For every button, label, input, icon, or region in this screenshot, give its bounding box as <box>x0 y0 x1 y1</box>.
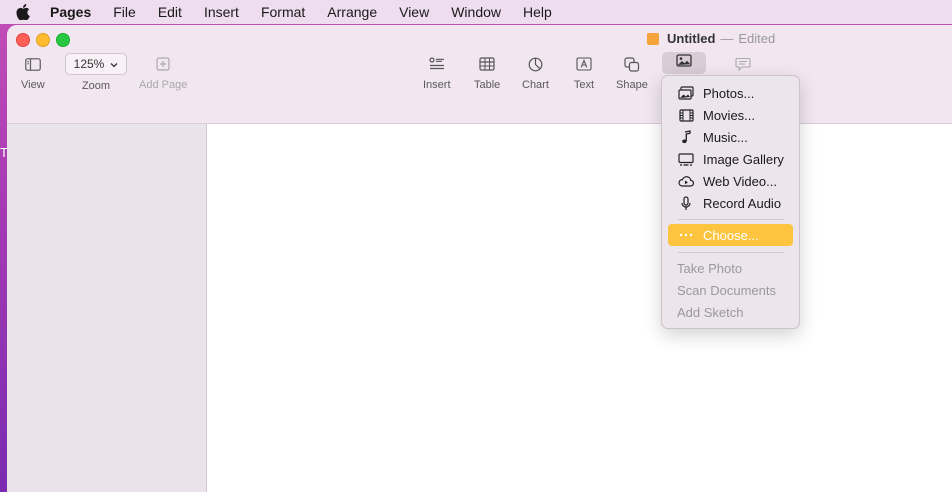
microphone-icon <box>678 195 694 211</box>
view-button[interactable]: View <box>21 55 45 91</box>
table-icon <box>476 55 498 73</box>
menu-format[interactable]: Format <box>261 0 305 24</box>
add-page-icon <box>152 55 174 73</box>
page-thumbnails-sidebar[interactable] <box>7 124 207 492</box>
insert-label: Insert <box>423 79 451 91</box>
zoom-window-button[interactable] <box>56 33 70 47</box>
menu-insert[interactable]: Insert <box>204 0 239 24</box>
apple-logo-icon[interactable] <box>15 4 31 20</box>
chart-button[interactable]: Chart <box>522 55 549 91</box>
text-button[interactable]: Text <box>573 55 595 91</box>
menu-item-label: Photos... <box>703 85 755 101</box>
menu-item-label: Choose... <box>703 227 759 243</box>
toolbar: Untitled — Edited View 125% Zoom Add Pag <box>7 25 952 124</box>
comment-icon <box>732 55 754 73</box>
film-icon <box>678 107 694 123</box>
menu-item-choose[interactable]: Choose... <box>668 224 793 246</box>
add-page-button[interactable]: Add Page <box>139 55 187 91</box>
menu-item-take-photo: Take Photo <box>668 257 793 279</box>
text-label: Text <box>573 79 595 91</box>
close-window-button[interactable] <box>16 33 30 47</box>
shape-button[interactable]: Shape <box>616 55 648 91</box>
view-label: View <box>21 79 45 91</box>
menu-item-scan-documents: Scan Documents <box>668 279 793 301</box>
chevron-down-icon <box>110 57 118 71</box>
menu-item-label: Image Gallery <box>703 151 784 167</box>
window-title: Untitled — Edited <box>647 31 775 46</box>
shape-icon <box>621 55 643 73</box>
text-box-icon <box>573 55 595 73</box>
photos-icon <box>678 85 694 101</box>
title-separator: — <box>720 31 734 46</box>
document-icon <box>647 32 659 45</box>
menu-bar: Pages File Edit Insert Format Arrange Vi… <box>0 0 952 24</box>
menu-separator <box>678 219 784 220</box>
insert-list-icon <box>426 55 448 73</box>
sidebar-icon <box>22 55 44 73</box>
menu-app-pages[interactable]: Pages <box>50 0 91 24</box>
table-button[interactable]: Table <box>474 55 500 91</box>
menu-arrange[interactable]: Arrange <box>327 0 377 24</box>
zoom-select[interactable]: 125% <box>65 53 127 75</box>
insert-button[interactable]: Insert <box>423 55 451 91</box>
image-gallery-icon <box>678 151 694 167</box>
menu-item-label: Movies... <box>703 107 756 123</box>
media-button[interactable] <box>662 52 706 74</box>
media-image-icon <box>676 54 692 72</box>
menu-view[interactable]: View <box>399 0 429 24</box>
table-label: Table <box>474 79 501 91</box>
menu-item-movies[interactable]: Movies... <box>668 104 793 126</box>
menu-separator <box>678 252 784 253</box>
menu-help[interactable]: Help <box>523 0 552 24</box>
zoom-value: 125% <box>73 57 105 71</box>
menu-item-music[interactable]: Music... <box>668 126 793 148</box>
menu-item-label: Add Sketch <box>677 304 744 320</box>
shape-label: Shape <box>616 79 648 91</box>
menu-item-label: Take Photo <box>677 260 743 276</box>
cloud-play-icon <box>678 173 694 189</box>
minimize-window-button[interactable] <box>36 33 50 47</box>
media-menu: Photos... Movies... Music... Image Galle… <box>661 75 800 329</box>
menu-item-record-audio[interactable]: Record Audio <box>668 192 793 214</box>
document-name[interactable]: Untitled <box>667 31 715 46</box>
menu-window[interactable]: Window <box>451 0 501 24</box>
zoom-label: Zoom <box>81 80 111 92</box>
menu-item-label: Scan Documents <box>677 282 776 298</box>
chart-pie-icon <box>524 55 546 73</box>
music-note-icon <box>678 129 694 145</box>
menu-item-add-sketch: Add Sketch <box>668 301 793 323</box>
menu-item-label: Music... <box>703 129 748 145</box>
chart-label: Chart <box>522 79 549 91</box>
menu-item-image-gallery[interactable]: Image Gallery <box>668 148 793 170</box>
menu-item-photos[interactable]: Photos... <box>668 82 793 104</box>
zoom-control[interactable]: 125% Zoom <box>65 53 127 92</box>
document-status: Edited <box>738 31 776 46</box>
add-page-label: Add Page <box>139 79 188 91</box>
document-canvas[interactable] <box>207 124 952 492</box>
menu-file[interactable]: File <box>113 0 136 24</box>
pages-window: Untitled — Edited View 125% Zoom Add Pag <box>7 25 952 492</box>
menu-item-label: Web Video... <box>703 173 777 189</box>
menu-edit[interactable]: Edit <box>158 0 182 24</box>
menu-item-web-video[interactable]: Web Video... <box>668 170 793 192</box>
menu-item-label: Record Audio <box>703 195 782 211</box>
ellipsis-icon <box>678 227 694 243</box>
